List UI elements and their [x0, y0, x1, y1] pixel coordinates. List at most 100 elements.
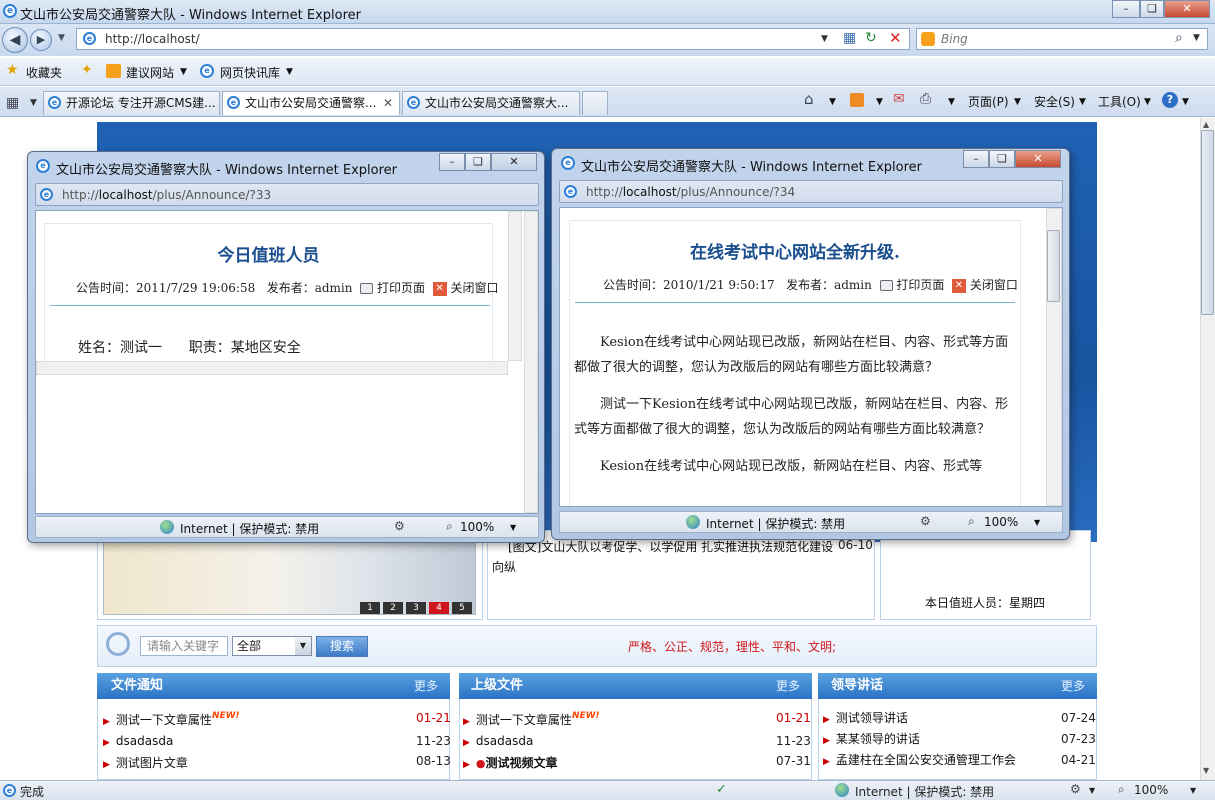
home-icon[interactable]: ⌂: [804, 90, 814, 108]
page-menu[interactable]: 页面(P): [968, 93, 1009, 110]
popup-close-button[interactable]: ✕: [491, 153, 537, 171]
print-page-link[interactable]: 打印页面: [896, 278, 944, 292]
slide-number-3[interactable]: 3: [406, 602, 426, 614]
popup-zoom-level[interactable]: 100%: [984, 515, 1018, 529]
feeds-dropdown-icon[interactable]: ▼: [876, 97, 883, 107]
list-item[interactable]: ▶ 测试一下文章属性NEW!: [463, 711, 600, 728]
print-dropdown-icon[interactable]: ▼: [948, 97, 955, 107]
new-tab-button[interactable]: [582, 91, 608, 115]
tab-forum[interactable]: e 开源论坛 专注开源CMS建...: [43, 91, 220, 115]
stop-icon[interactable]: ✕: [889, 29, 902, 47]
web-slice-link[interactable]: 网页快讯库: [220, 64, 280, 81]
close-window-link[interactable]: 关闭窗口: [970, 278, 1018, 292]
back-button[interactable]: ◀: [2, 27, 28, 53]
popup-address-bar[interactable]: e http://localhost/plus/Announce/?33: [35, 183, 539, 206]
popup-maximize-button[interactable]: ❏: [989, 150, 1015, 168]
compatibility-view-icon[interactable]: ▦: [843, 30, 856, 46]
scroll-down-arrow-icon[interactable]: ▼: [1203, 766, 1209, 775]
page-scrollbar-thumb[interactable]: [1201, 130, 1214, 315]
search-box[interactable]: Bing ⌕ ▼: [916, 28, 1208, 50]
zoom-dropdown-icon[interactable]: ▼: [1034, 518, 1040, 527]
download-status-icon[interactable]: ✓: [716, 782, 727, 797]
page-menu-dropdown-icon[interactable]: ▼: [1014, 97, 1021, 107]
web-slice-dropdown-icon[interactable]: ▼: [286, 67, 293, 77]
home-dropdown-icon[interactable]: ▼: [829, 97, 836, 107]
list-item[interactable]: ▶ ●测试视频文章: [463, 754, 558, 771]
add-favorite-icon[interactable]: ✦: [81, 62, 93, 78]
print-page-link[interactable]: 打印页面: [377, 281, 425, 295]
list-item[interactable]: ▶ 测试一下文章属性NEW!: [103, 711, 240, 728]
print-icon[interactable]: ⎙: [920, 91, 931, 107]
popup-zoom-level[interactable]: 100%: [460, 520, 494, 534]
tools-menu-dropdown-icon[interactable]: ▼: [1144, 97, 1151, 107]
more-link[interactable]: 更多: [414, 673, 438, 699]
close-window-link[interactable]: 关闭窗口: [450, 281, 498, 295]
category-select[interactable]: 全部 ▼: [232, 636, 312, 656]
minimize-button[interactable]: –: [1112, 0, 1140, 18]
news-item-continued[interactable]: 向纵: [492, 558, 516, 575]
search-button[interactable]: 搜索: [316, 636, 368, 657]
safety-menu[interactable]: 安全(S): [1034, 93, 1075, 110]
zoom-dropdown-icon[interactable]: ▼: [510, 523, 516, 532]
popup-maximize-button[interactable]: ❏: [465, 153, 491, 171]
popup-close-button[interactable]: ✕: [1015, 150, 1061, 168]
protected-mode-icon[interactable]: ⚙: [1070, 782, 1081, 796]
select-dropdown-icon[interactable]: ▼: [295, 637, 311, 655]
list-item[interactable]: ▶ dsadasda: [463, 734, 533, 748]
popup-address-text[interactable]: http://localhost/plus/Announce/?33: [62, 188, 271, 202]
protected-mode-icon[interactable]: ⚙: [394, 519, 405, 533]
address-input[interactable]: http://localhost/: [105, 32, 200, 46]
slide-number-4[interactable]: 4: [429, 602, 449, 614]
zoom-level[interactable]: 100%: [1134, 783, 1168, 797]
favorites-button[interactable]: 收藏夹: [26, 64, 62, 81]
zoom-dropdown-icon[interactable]: ▼: [1190, 786, 1196, 795]
inner-vscrollbar[interactable]: [508, 211, 522, 361]
address-dropdown-icon[interactable]: ▼: [821, 34, 828, 44]
refresh-icon[interactable]: ↻: [865, 30, 877, 46]
more-link[interactable]: 更多: [776, 673, 800, 699]
tab-close-icon[interactable]: ✕: [383, 92, 393, 114]
protected-dropdown-icon[interactable]: ▼: [1089, 786, 1095, 795]
scroll-up-arrow-icon[interactable]: ▲: [1203, 120, 1209, 129]
address-bar[interactable]: e http://localhost/ ▼ ▦ ↻ ✕: [76, 28, 910, 50]
close-button[interactable]: ✕: [1164, 0, 1210, 18]
news-item[interactable]: [图文]文山大队以考促学、以学促用 扎实推进执法规范化建设: [508, 538, 833, 555]
popup-zone-text[interactable]: Internet | 保护模式: 禁用: [180, 520, 319, 537]
popup-minimize-button[interactable]: –: [963, 150, 989, 168]
popup-minimize-button[interactable]: –: [439, 153, 465, 171]
list-item[interactable]: ▶ 某某领导的讲话: [823, 730, 920, 747]
feeds-icon[interactable]: [850, 93, 864, 107]
list-item[interactable]: ▶ 测试图片文章: [103, 754, 188, 771]
suggested-sites-link[interactable]: 建议网站: [126, 64, 174, 81]
help-dropdown-icon[interactable]: ▼: [1182, 97, 1189, 107]
tab-list-dropdown-icon[interactable]: ▼: [30, 98, 37, 108]
slide-number-2[interactable]: 2: [383, 602, 403, 614]
list-item[interactable]: ▶ dsadasda: [103, 734, 173, 748]
popup-vscrollbar[interactable]: [524, 211, 538, 513]
help-icon[interactable]: ?: [1162, 92, 1178, 108]
popup-scroll-thumb[interactable]: [1047, 230, 1060, 302]
slide-number-5[interactable]: 5: [452, 602, 472, 614]
tools-menu[interactable]: 工具(O): [1098, 93, 1141, 110]
forward-button[interactable]: ▶: [30, 29, 52, 51]
tab-traffic-police-active[interactable]: e 文山市公安局交通警察... ✕: [222, 91, 400, 115]
list-item[interactable]: ▶ 测试领导讲话: [823, 709, 908, 726]
history-dropdown-icon[interactable]: ▼: [58, 33, 65, 43]
keyword-input[interactable]: 请输入关键字: [140, 636, 228, 656]
maximize-button[interactable]: ❏: [1140, 0, 1164, 18]
slide-number-1[interactable]: 1: [360, 602, 380, 614]
more-link[interactable]: 更多: [1061, 673, 1085, 699]
quick-tabs-icon[interactable]: ▦: [6, 95, 19, 111]
search-icon[interactable]: ⌕: [1175, 30, 1183, 46]
popup-address-text[interactable]: http://localhost/plus/Announce/?34: [586, 185, 795, 199]
tab-traffic-police[interactable]: e 文山市公安局交通警察大...: [402, 91, 580, 115]
security-zone-text[interactable]: Internet | 保护模式: 禁用: [855, 783, 994, 800]
mail-icon[interactable]: ✉: [893, 91, 905, 107]
suggested-sites-dropdown-icon[interactable]: ▼: [180, 67, 187, 77]
protected-mode-icon[interactable]: ⚙: [920, 514, 931, 528]
inner-hscrollbar[interactable]: [36, 361, 508, 375]
popup-address-bar[interactable]: e http://localhost/plus/Announce/?34: [559, 180, 1063, 203]
search-input[interactable]: Bing: [941, 32, 968, 46]
safety-menu-dropdown-icon[interactable]: ▼: [1079, 97, 1086, 107]
popup-zone-text[interactable]: Internet | 保护模式: 禁用: [706, 515, 845, 532]
